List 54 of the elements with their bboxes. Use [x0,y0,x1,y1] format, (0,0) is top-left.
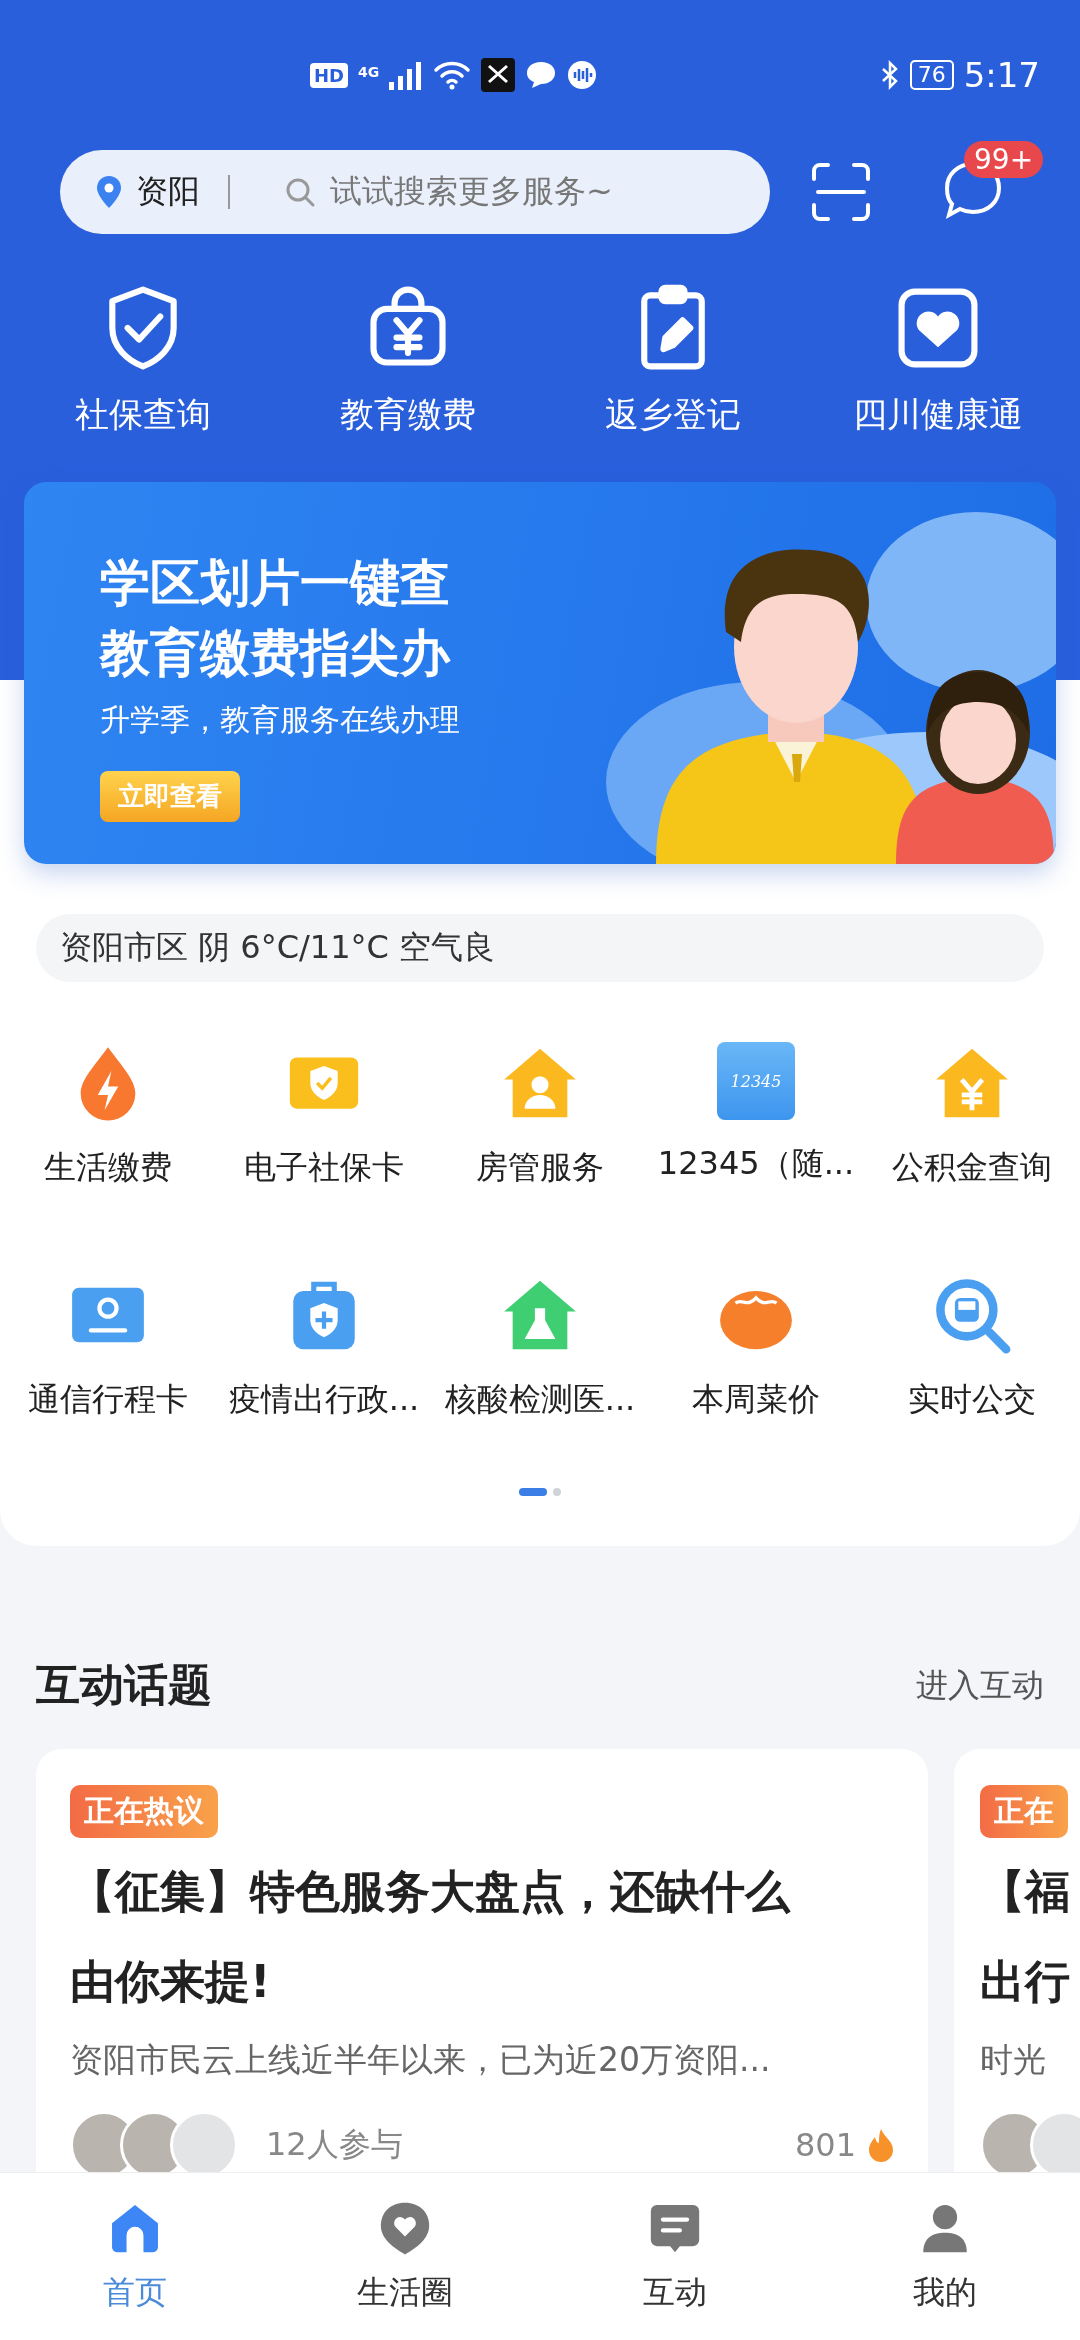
hot-topic-tag: 正在热议 [70,1785,218,1838]
signal-icon [389,60,424,90]
heat-count: 801 [794,2126,856,2164]
service-label[interactable]: 生活缴费 [44,1146,172,1190]
location-label[interactable]: 资阳 [136,170,200,214]
service-label[interactable]: 教育缴费 [339,392,476,438]
flame-icon [868,2128,894,2162]
tab-bar-item[interactable]: 首页 [0,2173,270,2340]
scan-icon[interactable] [810,161,872,223]
hd-indicator: HD [310,62,348,88]
app-icon [481,58,516,92]
participant-count: 12人参与 [266,2124,404,2165]
service-label[interactable]: 实时公交 [908,1378,1036,1422]
hot-topic-tag: 正在 [980,1785,1068,1838]
service-label[interactable]: 电子社保卡 [244,1146,404,1190]
search-icon [284,176,316,208]
promo-banner[interactable]: 学区划片一键查 教育缴费指尖办 升学季，教育服务在线办理 立即查看 [24,482,1056,864]
sound-wave-icon [567,60,598,90]
enter-interaction-link[interactable]: 进入互动 [916,1663,1044,1708]
section-title: 互动话题 [36,1658,212,1712]
search-field[interactable]: 资阳 试试搜索更多服务~ [60,150,770,234]
search-placeholder: 试试搜索更多服务~ [330,171,613,212]
weather-info: 资阳市区 阴 6°C/11°C 空气良 [36,914,1044,982]
service-label[interactable]: 12345（随... [657,1142,855,1186]
topic-summary: 时光 [980,2039,1047,2081]
topic-summary: 资阳市民云上线近半年以来，已为近20万资阳... [70,2039,772,2081]
service-label[interactable]: 四川健康通 [852,392,1023,438]
topic-card[interactable]: 正在 【福 出行 时光 [954,1749,1080,2172]
banner-title: 学区划片一键查 [100,553,451,614]
topic-title: 【福 [980,1864,1071,1920]
network-type: 4G [358,64,380,80]
topic-title: 【征集】特色服务大盘点，还缺什么 [70,1864,792,1920]
topic-title: 出行 [980,1954,1071,2010]
service-label[interactable]: 通信行程卡 [28,1378,188,1422]
chat-bubble-icon [525,60,558,90]
tab-bar-item[interactable]: 生活圈 [270,2173,540,2340]
topic-title: 由你来提! [70,1954,272,2010]
service-label[interactable]: 疫情出行政... [228,1378,420,1422]
service-label[interactable]: 社保查询 [74,392,211,438]
service-label[interactable]: 本周菜价 [692,1378,820,1422]
tab-bar-item[interactable]: 我的 [810,2173,1080,2340]
location-pin-icon [96,175,122,209]
service-label[interactable]: 核酸检测医... [444,1378,636,1422]
banner-subtitle: 升学季，教育服务在线办理 [100,701,460,739]
service-label[interactable]: 公积金查询 [892,1146,1052,1190]
tab-bar-item[interactable]: 互动 [540,2173,810,2340]
clock-time: 5:17 [963,55,1040,95]
wifi-icon [433,60,472,90]
unread-count-badge: 99+ [964,141,1044,178]
service-label[interactable]: 房管服务 [476,1146,604,1190]
topic-card[interactable]: 正在热议 【征集】特色服务大盘点，还缺什么 由你来提! 资阳市民云上线近半年以来，已为近20万资阳... 12人参与 801 [36,1749,928,2172]
service-label[interactable]: 返乡登记 [604,392,741,438]
battery-level: 76 [909,60,954,90]
banner-title: 教育缴费指尖办 [100,623,452,684]
